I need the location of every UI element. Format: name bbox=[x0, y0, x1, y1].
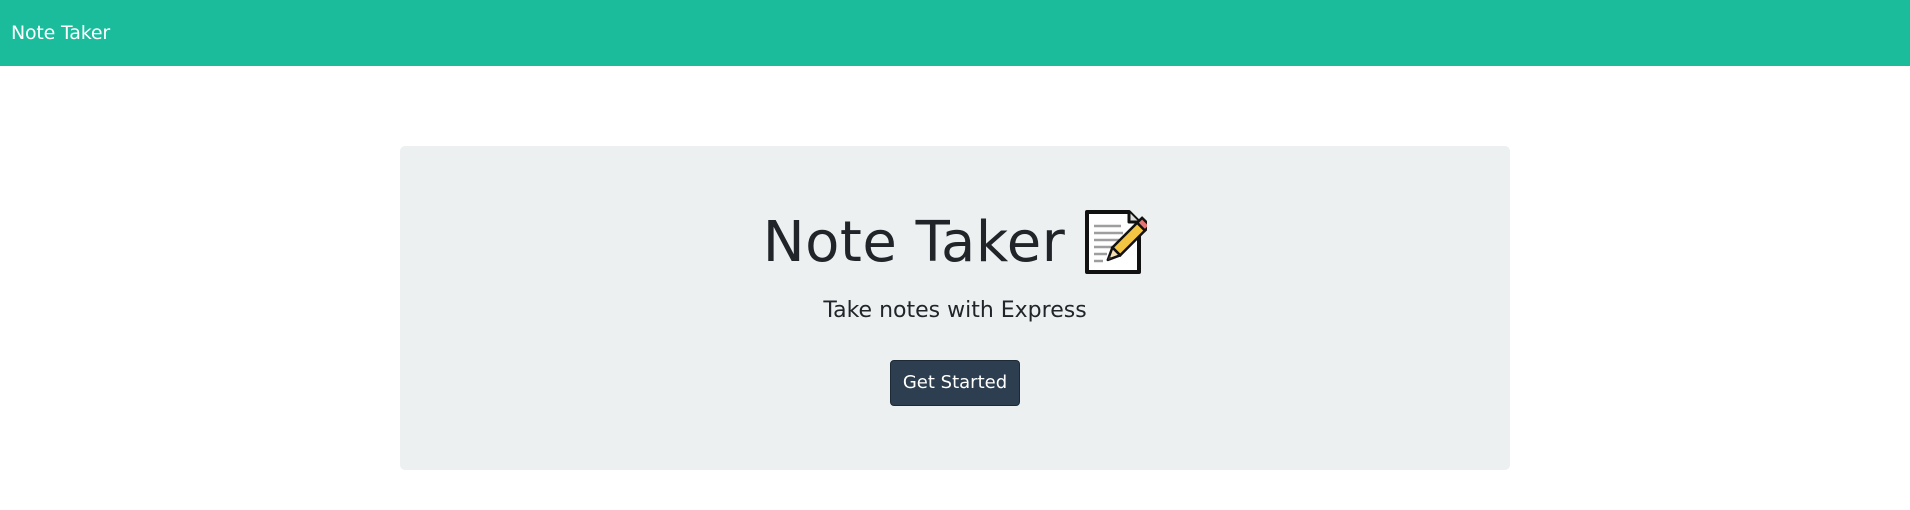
page-title: Note Taker bbox=[762, 210, 1066, 275]
memo-icon bbox=[1083, 210, 1152, 276]
navbar-brand-link[interactable]: Note Taker bbox=[11, 22, 110, 44]
hero-jumbotron: Note Taker Take notes with Express Get S… bbox=[400, 146, 1510, 470]
top-navbar: Note Taker bbox=[0, 0, 1910, 66]
hero-subtitle: Take notes with Express bbox=[823, 298, 1087, 323]
get-started-button[interactable]: Get Started bbox=[890, 360, 1020, 406]
hero-title-row: Note Taker bbox=[400, 210, 1510, 276]
